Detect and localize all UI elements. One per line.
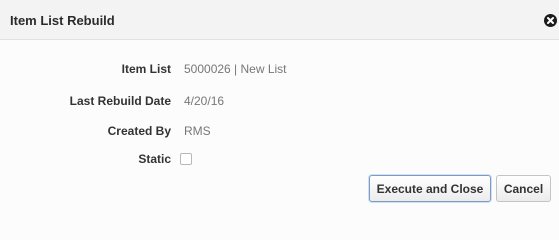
static-label: Static	[138, 152, 171, 166]
cancel-button[interactable]: Cancel	[496, 175, 551, 202]
item-list-value: 5000026 | New List	[184, 62, 287, 76]
created-by-row: Created By RMS	[0, 124, 559, 142]
last-rebuild-date-row: Last Rebuild Date 4/20/16	[0, 94, 559, 112]
created-by-value: RMS	[184, 124, 211, 138]
close-icon[interactable]	[544, 14, 557, 27]
dialog-title-bar: Item List Rebuild	[0, 0, 559, 40]
last-rebuild-date-label: Last Rebuild Date	[69, 94, 171, 108]
item-list-row: Item List 5000026 | New List	[0, 62, 559, 80]
item-list-rebuild-dialog: Item List Rebuild Item List 5000026 | Ne…	[0, 0, 559, 240]
item-list-label: Item List	[121, 62, 171, 76]
dialog-title: Item List Rebuild	[10, 13, 115, 28]
execute-and-close-button[interactable]: Execute and Close	[369, 175, 491, 202]
created-by-label: Created By	[107, 124, 171, 138]
last-rebuild-date-value: 4/20/16	[184, 94, 225, 108]
static-checkbox[interactable]	[180, 153, 192, 165]
static-row: Static	[0, 152, 559, 170]
